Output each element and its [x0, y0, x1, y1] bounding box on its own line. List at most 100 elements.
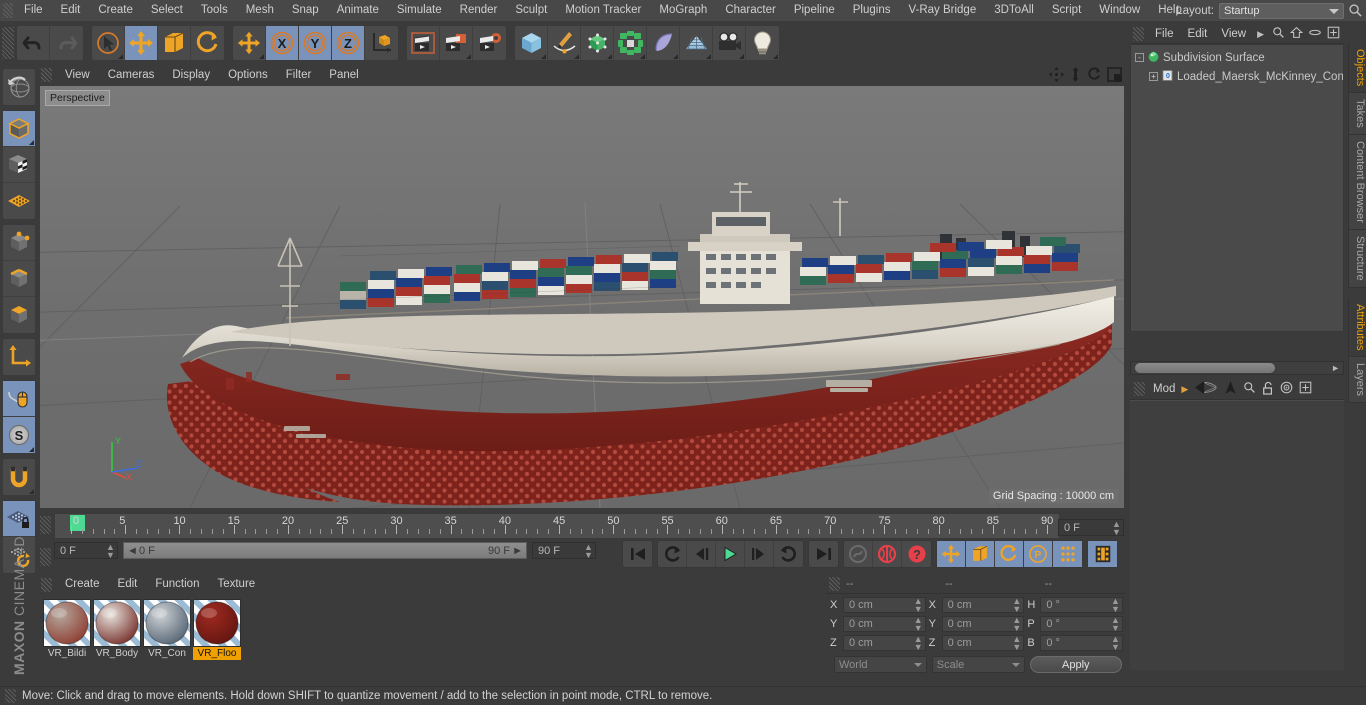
- tree-expander-icon[interactable]: +: [1149, 72, 1158, 81]
- spinner-icon[interactable]: ▲ ▼: [914, 616, 923, 633]
- previous-key-button[interactable]: [658, 541, 687, 567]
- next-key-button[interactable]: [774, 541, 803, 567]
- coordinate-system-dropdown[interactable]: World: [834, 656, 927, 673]
- menu-item-window[interactable]: Window: [1090, 0, 1149, 21]
- end-frame-field[interactable]: 90 F ▲ ▼: [532, 542, 596, 559]
- menu-item-pipeline[interactable]: Pipeline: [785, 0, 844, 21]
- viewport-menu-cameras[interactable]: Cameras: [99, 64, 164, 86]
- vertical-tab-takes[interactable]: Takes: [1348, 93, 1366, 136]
- vertical-tab-layers[interactable]: Layers: [1348, 357, 1366, 404]
- menu-item-file[interactable]: File: [15, 0, 52, 21]
- vertical-tab-structure[interactable]: Structure: [1348, 229, 1366, 288]
- viewport-menu-options[interactable]: Options: [219, 64, 277, 86]
- vertical-tab-objects[interactable]: Objects: [1348, 43, 1366, 94]
- undo-button[interactable]: [17, 25, 50, 60]
- tool-cone-icon[interactable]: [1194, 380, 1218, 398]
- points-mode-button[interactable]: [3, 225, 35, 261]
- layout-dropdown[interactable]: Startup: [1219, 2, 1344, 19]
- menu-item-motion-tracker[interactable]: Motion Tracker: [556, 0, 650, 21]
- autokeying-button[interactable]: [873, 541, 902, 567]
- texture-axis-mode-button[interactable]: [3, 147, 35, 183]
- record-active-objects-button[interactable]: [844, 541, 873, 567]
- object-manager-horizontal-scrollbar[interactable]: ◄ ►: [1130, 361, 1344, 375]
- make-editable-button[interactable]: [3, 111, 35, 147]
- menu-item-render[interactable]: Render: [451, 0, 507, 21]
- spinner-icon[interactable]: ▲ ▼: [914, 597, 923, 614]
- record-pla-button[interactable]: [1053, 541, 1082, 567]
- spinner-icon[interactable]: ▲ ▼: [584, 542, 593, 559]
- redo-button[interactable]: [50, 26, 83, 60]
- timeline-grip[interactable]: [40, 516, 51, 534]
- timeline-controls-grip[interactable]: [40, 548, 51, 566]
- material-item[interactable]: VR_Body: [93, 599, 141, 660]
- world-coordinate-system-button[interactable]: [365, 26, 398, 60]
- zoom-icon[interactable]: [1069, 67, 1082, 85]
- edges-mode-button[interactable]: [3, 261, 35, 297]
- enable-axis-modification-button[interactable]: [3, 183, 35, 219]
- render-settings-button[interactable]: [473, 26, 506, 60]
- viewport-menu-panel[interactable]: Panel: [320, 64, 367, 86]
- viewport-menu-display[interactable]: Display: [163, 64, 219, 86]
- chevron-right-icon[interactable]: ▶: [1253, 29, 1268, 40]
- material-item[interactable]: VR_Con: [143, 599, 191, 660]
- menu-item-mograph[interactable]: MoGraph: [650, 0, 716, 21]
- menu-item-snap[interactable]: Snap: [283, 0, 328, 21]
- maximize-viewport-icon[interactable]: [1107, 67, 1122, 85]
- search-icon[interactable]: [1348, 3, 1363, 18]
- search-icon[interactable]: [1272, 26, 1285, 42]
- material-menu-function[interactable]: Function: [146, 574, 208, 595]
- viewport-menu-view[interactable]: View: [56, 64, 99, 86]
- add-deformer-button[interactable]: [647, 25, 680, 60]
- add-spline-button[interactable]: [548, 25, 581, 60]
- vertical-tab-content-browser[interactable]: Content Browser: [1348, 135, 1366, 230]
- menu-item-character[interactable]: Character: [716, 0, 785, 21]
- render-view-button[interactable]: [407, 25, 440, 60]
- viewport-menu-filter[interactable]: Filter: [277, 64, 321, 86]
- tree-expander-icon[interactable]: -: [1135, 53, 1144, 62]
- coord-size-z-input[interactable]: 0 cm ▲ ▼: [941, 635, 1025, 652]
- menu-item-mesh[interactable]: Mesh: [237, 0, 283, 21]
- material-preview-sphere[interactable]: [43, 599, 91, 647]
- spinner-icon[interactable]: ▲ ▼: [1111, 597, 1120, 614]
- spinner-icon[interactable]: ▲ ▼: [106, 542, 115, 559]
- target-icon[interactable]: [1280, 381, 1293, 397]
- coord-position-y-input[interactable]: 0 cm ▲ ▼: [843, 616, 926, 633]
- status-bar-grip[interactable]: [5, 689, 16, 703]
- object-manager-grip[interactable]: [1133, 27, 1144, 41]
- soft-selection-button[interactable]: S: [3, 417, 35, 453]
- current-frame-field[interactable]: 0 F ▲ ▼: [54, 542, 118, 559]
- render-to-picture-viewer-button[interactable]: [440, 25, 473, 60]
- size-mode-dropdown[interactable]: Scale: [931, 656, 1025, 673]
- live-selection-button[interactable]: [92, 25, 125, 60]
- menu-item-create[interactable]: Create: [89, 0, 142, 21]
- timeline-range-bar[interactable]: ◄ 0 F 90 F ►: [123, 542, 527, 559]
- menu-item-3dtoall[interactable]: 3DToAll: [985, 0, 1043, 21]
- perspective-viewport[interactable]: Perspective Grid Spacing : 10000 cm Y X …: [40, 86, 1124, 508]
- play-forwards-button[interactable]: [716, 541, 745, 567]
- add-generator-button[interactable]: [581, 25, 614, 60]
- spinner-icon[interactable]: ▲ ▼: [1112, 519, 1121, 536]
- lock-y-axis-button[interactable]: Y: [299, 25, 332, 60]
- search-icon[interactable]: [1243, 381, 1256, 397]
- vertical-tab-attributes[interactable]: Attributes: [1348, 297, 1366, 358]
- material-menu-create[interactable]: Create: [56, 574, 109, 595]
- add-camera-button[interactable]: [713, 25, 746, 60]
- menu-item-edit[interactable]: Edit: [52, 0, 90, 21]
- spinner-icon[interactable]: ▲ ▼: [1111, 635, 1120, 652]
- record-parameter-button[interactable]: P: [1024, 541, 1053, 567]
- object-axis-mode-button[interactable]: [3, 339, 35, 375]
- material-menu-texture[interactable]: Texture: [208, 574, 264, 595]
- material-item[interactable]: VR_Floo: [193, 599, 241, 660]
- menu-item-sculpt[interactable]: Sculpt: [506, 0, 556, 21]
- scrollbar-thumb[interactable]: [1134, 363, 1275, 373]
- material-menu-grip[interactable]: [41, 577, 52, 592]
- undo-view-button[interactable]: [3, 69, 35, 105]
- lock-x-axis-button[interactable]: X: [266, 25, 299, 60]
- object-manager-menu-edit[interactable]: Edit: [1181, 25, 1215, 44]
- rotate-tool-button[interactable]: [191, 26, 224, 60]
- apply-button[interactable]: Apply: [1029, 656, 1122, 673]
- rotate-icon[interactable]: [1087, 67, 1102, 85]
- material-menu-edit[interactable]: Edit: [109, 574, 147, 595]
- menu-item-script[interactable]: Script: [1043, 0, 1090, 21]
- chevron-right-icon[interactable]: ▶: [1181, 384, 1188, 395]
